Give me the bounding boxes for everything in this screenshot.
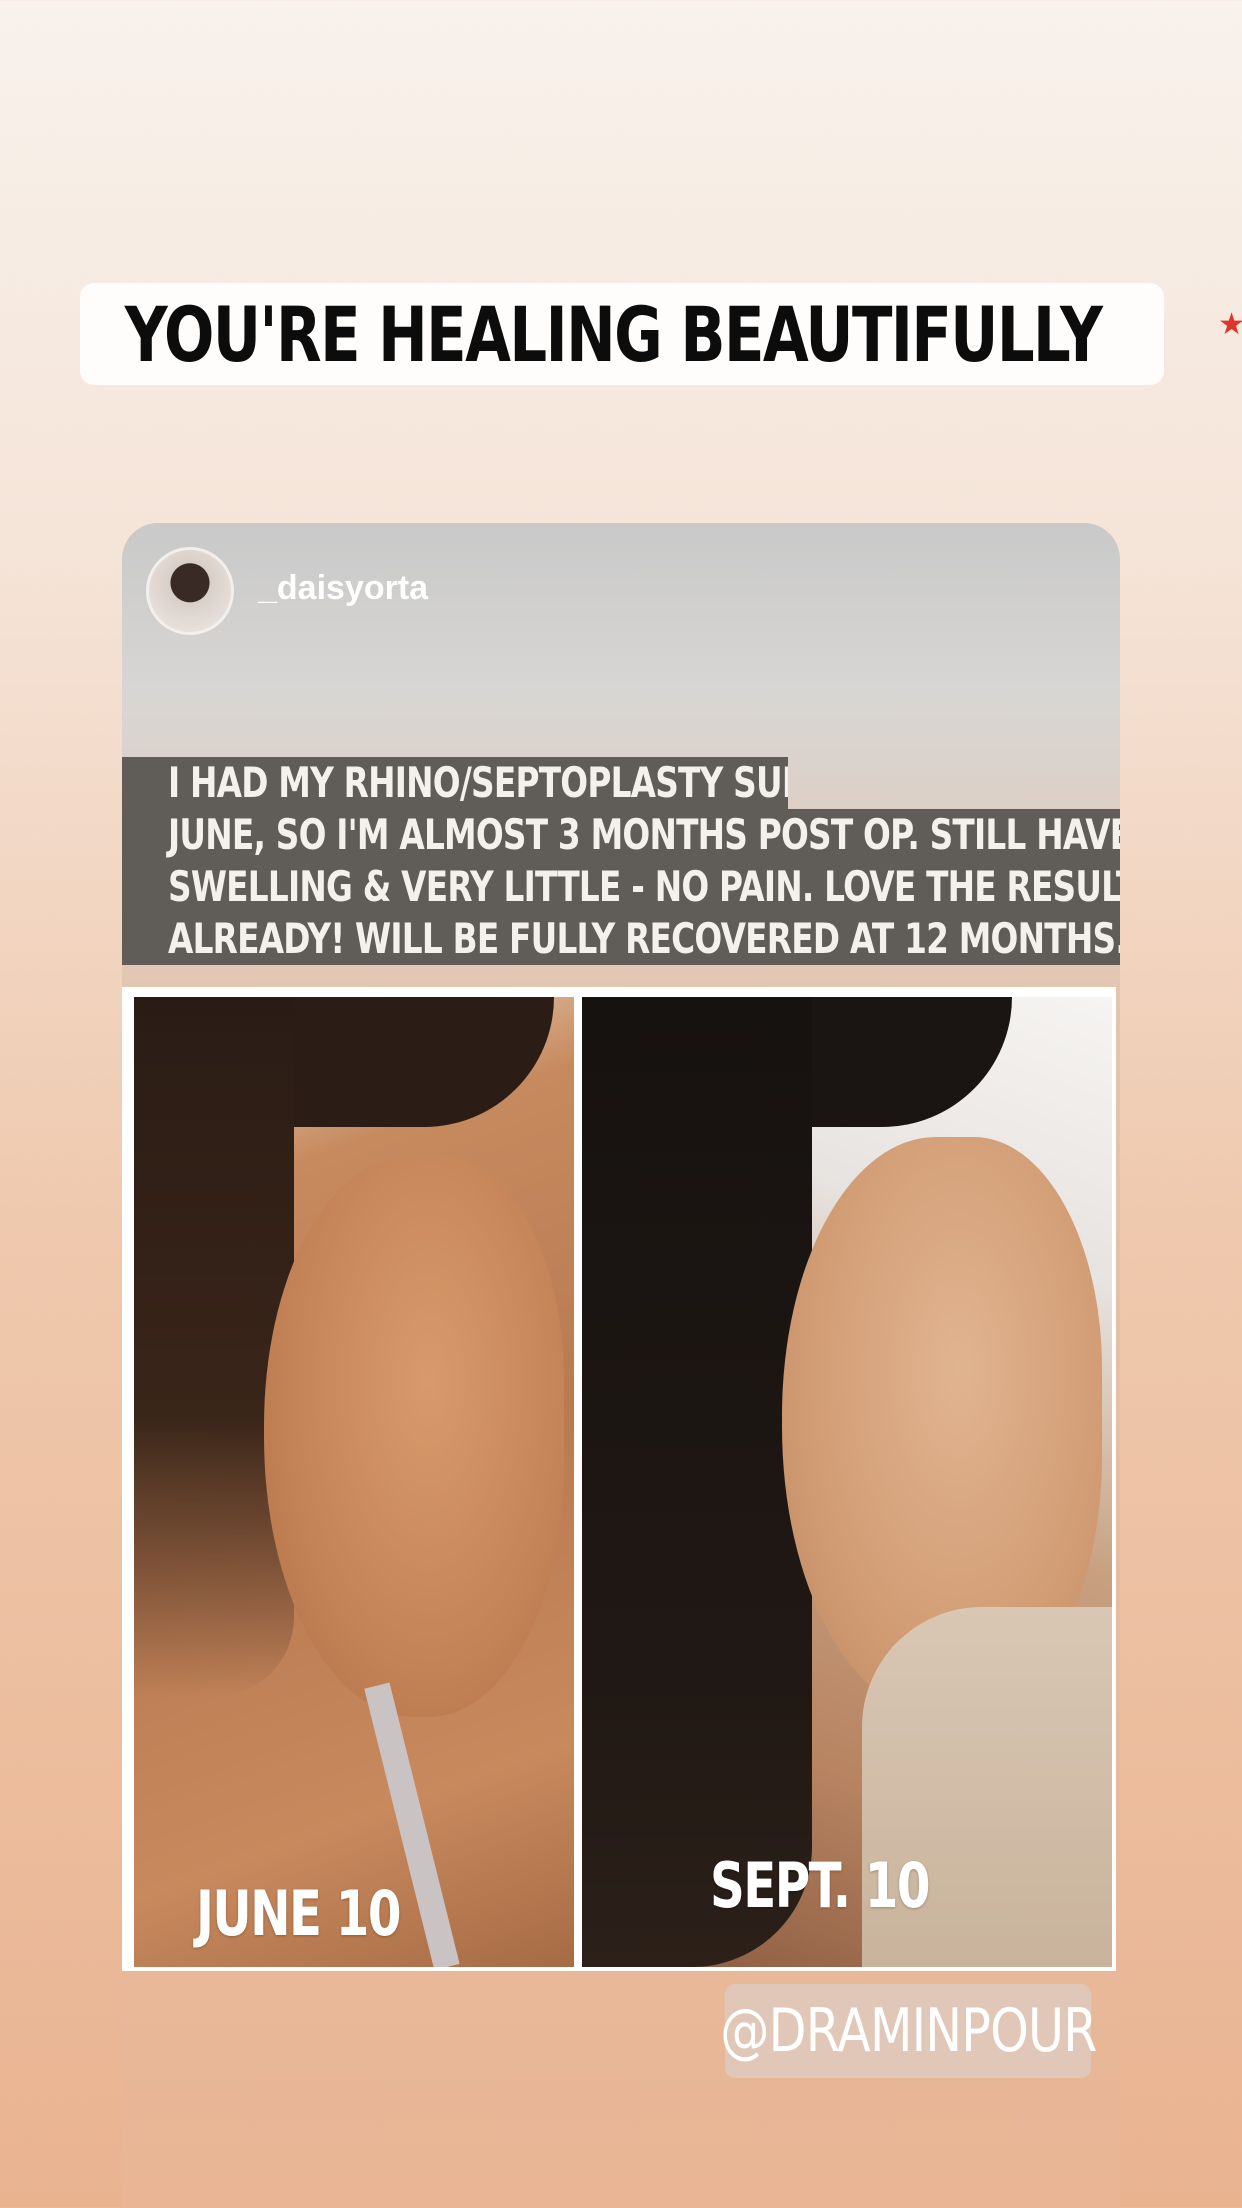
post-header: _daisyorta xyxy=(122,523,1120,723)
caption-line: JUNE, SO I'M ALMOST 3 MONTHS POST OP. ST… xyxy=(122,809,1120,861)
caption-overlay: I HAD MY RHINO/SEPTOPLASTY SURGERY DONE … xyxy=(122,757,1120,965)
before-date-label: JUNE 10 xyxy=(196,1877,402,1950)
headline-text: YOU'RE HEALING BEAUTIFULLY xyxy=(124,289,1103,379)
headline-sticker[interactable]: YOU'RE HEALING BEAUTIFULLY ★★ xyxy=(80,283,1242,385)
post-username[interactable]: _daisyorta xyxy=(258,569,428,608)
caption-line: I HAD MY RHINO/SEPTOPLASTY SURGERY DONE … xyxy=(122,757,788,809)
before-after-photos: JUNE 10 SEPT. 10 xyxy=(122,987,1116,1971)
mention-text: @DRAMINPOUR xyxy=(719,1996,1097,2066)
before-photo: JUNE 10 xyxy=(134,997,574,1967)
after-date-label: SEPT. 10 xyxy=(710,1849,931,1922)
caption-line: SWELLING & VERY LITTLE - NO PAIN. LOVE T… xyxy=(122,861,1120,913)
avatar[interactable] xyxy=(146,547,234,635)
after-photo: SEPT. 10 xyxy=(582,997,1112,1967)
caption-line: ALREADY! WILL BE FULLY RECOVERED AT 12 M… xyxy=(122,913,1120,965)
mention-sticker[interactable]: @DRAMINPOUR xyxy=(720,1984,1097,2078)
shared-post-card[interactable]: _daisyorta I HAD MY RHINO/SEPTOPLASTY SU… xyxy=(122,523,1120,2208)
